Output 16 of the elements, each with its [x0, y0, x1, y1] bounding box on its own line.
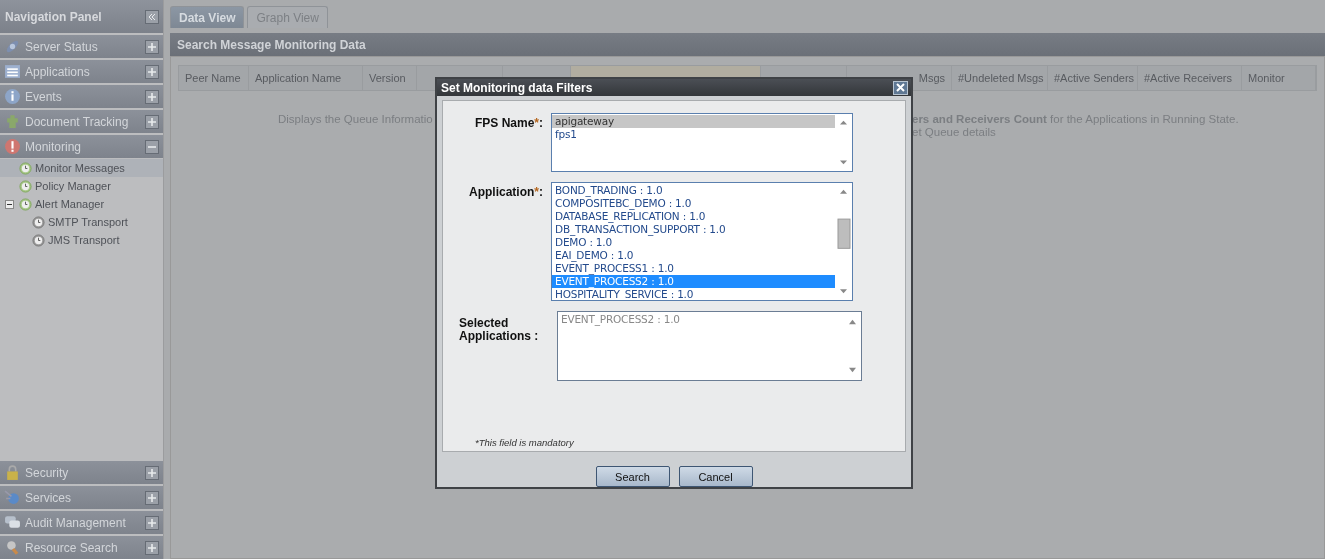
section-label: Services	[25, 490, 72, 505]
field-label: Application*:	[469, 185, 543, 199]
section-label: Audit Management	[25, 515, 127, 530]
section-label: Events	[25, 89, 63, 104]
panel-title: Navigation Panel	[5, 9, 102, 24]
dialog-title: Set Monitoring data Filters	[441, 80, 593, 95]
section-label: Document Tracking	[25, 114, 130, 129]
section-label: Security	[25, 465, 70, 480]
field-label: FPS Name*:	[474, 116, 543, 130]
section-label: Server Status	[25, 39, 99, 54]
section-label: Applications	[25, 64, 91, 79]
section-label: Monitoring	[25, 139, 83, 154]
mandatory-note: *This field is mandatory	[474, 437, 575, 450]
panel-header: Search Message Monitoring Data	[170, 33, 1325, 56]
section-label: Resource Search	[25, 540, 119, 555]
field-label: Selected Applications :	[459, 316, 539, 343]
